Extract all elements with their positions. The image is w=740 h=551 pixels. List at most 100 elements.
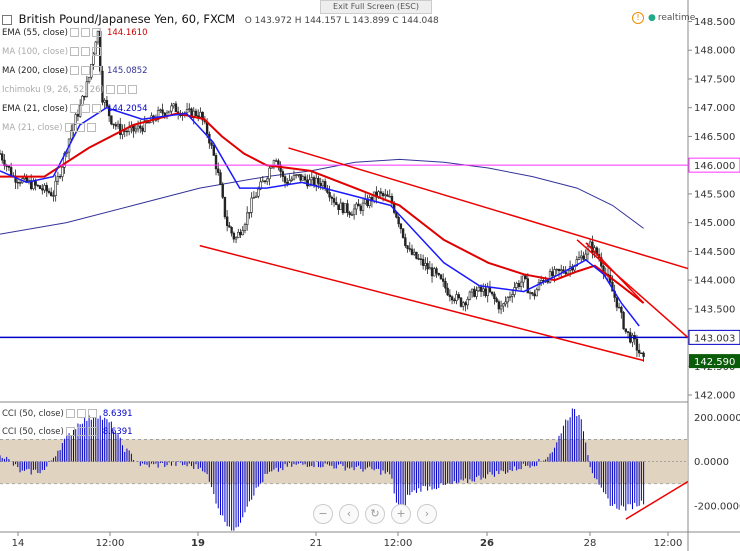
candle-body — [368, 197, 371, 207]
eye-icon[interactable] — [65, 427, 75, 436]
candle-body — [519, 281, 523, 287]
eye-icon[interactable] — [69, 28, 79, 37]
candle-body — [132, 125, 135, 132]
candle-body — [464, 302, 467, 306]
candle-body — [446, 287, 449, 296]
chart-canvas: 148.500 148.000 147.500 147.000 146.500 146.0… — [0, 0, 740, 551]
candle-body — [76, 114, 80, 117]
candle-body — [328, 192, 331, 198]
close-icon[interactable] — [127, 85, 137, 94]
candle-body — [502, 303, 505, 307]
ema21-line — [0, 106, 640, 327]
settings-icon[interactable] — [81, 47, 91, 56]
settings-icon[interactable] — [80, 104, 90, 113]
candle-body — [261, 180, 264, 183]
scroll-left-button[interactable]: ‹ — [339, 504, 359, 524]
indicator-value: 145.0852 — [107, 66, 148, 76]
candle-body — [504, 301, 507, 305]
candle-body — [315, 177, 318, 186]
ma200-line — [0, 158, 644, 235]
candle-body — [421, 258, 425, 266]
eye-icon[interactable] — [70, 47, 80, 56]
symbol-title[interactable]: British Pound/Japanese Yen, 60, FXCM — [19, 12, 235, 26]
candle-body — [223, 196, 227, 218]
eye-icon[interactable] — [65, 409, 75, 418]
candle-body — [7, 165, 11, 168]
price-tick-label: 145.000 — [694, 218, 735, 229]
settings-icon[interactable] — [116, 85, 126, 94]
candle-body — [455, 294, 458, 301]
candle-body — [582, 255, 585, 260]
indicator-row[interactable]: MA (21, close) — [2, 123, 96, 133]
candle-body — [294, 174, 298, 176]
cci-label: CCI (50, close) — [2, 427, 64, 437]
settings-icon[interactable] — [81, 66, 91, 75]
zoom-out-button[interactable]: − — [313, 504, 333, 524]
candle-body — [168, 110, 171, 114]
candle-body — [457, 294, 460, 299]
collapse-icon[interactable] — [2, 14, 12, 25]
cci-indicator-row[interactable]: CCI (50, close) 8.6391 — [2, 427, 133, 437]
close-icon[interactable] — [92, 66, 102, 75]
candle-body — [404, 237, 407, 246]
cci-tick-label: -200.0000 — [694, 501, 740, 512]
candle-body — [493, 293, 496, 299]
close-icon[interactable] — [91, 104, 101, 113]
candle-body — [254, 195, 258, 198]
eye-icon[interactable] — [70, 66, 80, 75]
candle-body — [32, 181, 35, 189]
candle-body — [228, 225, 231, 228]
candle-body — [433, 268, 436, 277]
indicator-row[interactable]: Ichimoku (9, 26, 52, 26) — [2, 85, 137, 95]
candle-body — [453, 299, 456, 302]
candle-body — [277, 160, 280, 166]
indicator-row[interactable]: EMA (55, close) 144.1610 — [2, 28, 148, 38]
settings-icon[interactable] — [76, 427, 86, 436]
candle-body — [61, 166, 64, 177]
candle-body — [266, 178, 269, 182]
candle-body — [161, 109, 164, 114]
reset-button[interactable]: ↻ — [365, 504, 385, 524]
close-icon[interactable] — [92, 47, 102, 56]
eye-icon[interactable] — [69, 104, 79, 113]
close-icon[interactable] — [87, 409, 97, 418]
candle-body — [448, 294, 452, 297]
cci-tick-label: 200.0000 — [694, 413, 740, 424]
eye-icon[interactable] — [105, 85, 115, 94]
cci-tick-label: 0.0000 — [694, 457, 729, 468]
candle-body — [279, 164, 282, 172]
zoom-in-button[interactable]: + — [391, 504, 411, 524]
settings-icon[interactable] — [80, 28, 90, 37]
candle-body — [495, 298, 498, 302]
close-icon[interactable] — [86, 123, 96, 132]
price-tick-label: 142.000 — [694, 391, 735, 402]
candle-body — [637, 349, 641, 354]
candle-body — [475, 290, 478, 297]
indicator-row[interactable]: MA (100, close) — [2, 47, 102, 57]
settings-icon[interactable] — [75, 123, 85, 132]
settings-icon[interactable] — [76, 409, 86, 418]
warning-icon[interactable]: ! — [632, 12, 644, 24]
cci-indicator-row[interactable]: CCI (50, close) 8.6391 — [2, 409, 133, 419]
candle-body — [406, 245, 409, 249]
candle-body — [484, 288, 487, 297]
cci-value: 8.6391 — [102, 409, 133, 419]
candle-body — [299, 174, 302, 181]
price-tick-label: 145.500 — [694, 189, 735, 200]
candle-body — [533, 293, 536, 297]
candle-body — [428, 267, 432, 270]
candle-body — [148, 121, 151, 124]
channel-line-2 — [576, 239, 689, 339]
close-icon[interactable] — [87, 427, 97, 436]
candle-body — [419, 258, 423, 260]
candle-body — [237, 231, 240, 238]
candle-body — [45, 185, 48, 192]
candle-body — [430, 267, 434, 277]
close-icon[interactable] — [91, 28, 101, 37]
scroll-right-button[interactable]: › — [417, 504, 437, 524]
indicator-row[interactable]: EMA (21, close) 144.2054 — [2, 104, 148, 114]
time-tick-label: 26 — [480, 538, 494, 549]
eye-icon[interactable] — [64, 123, 74, 132]
candle-body — [626, 331, 630, 333]
indicator-row[interactable]: MA (200, close) 145.0852 — [2, 66, 148, 76]
